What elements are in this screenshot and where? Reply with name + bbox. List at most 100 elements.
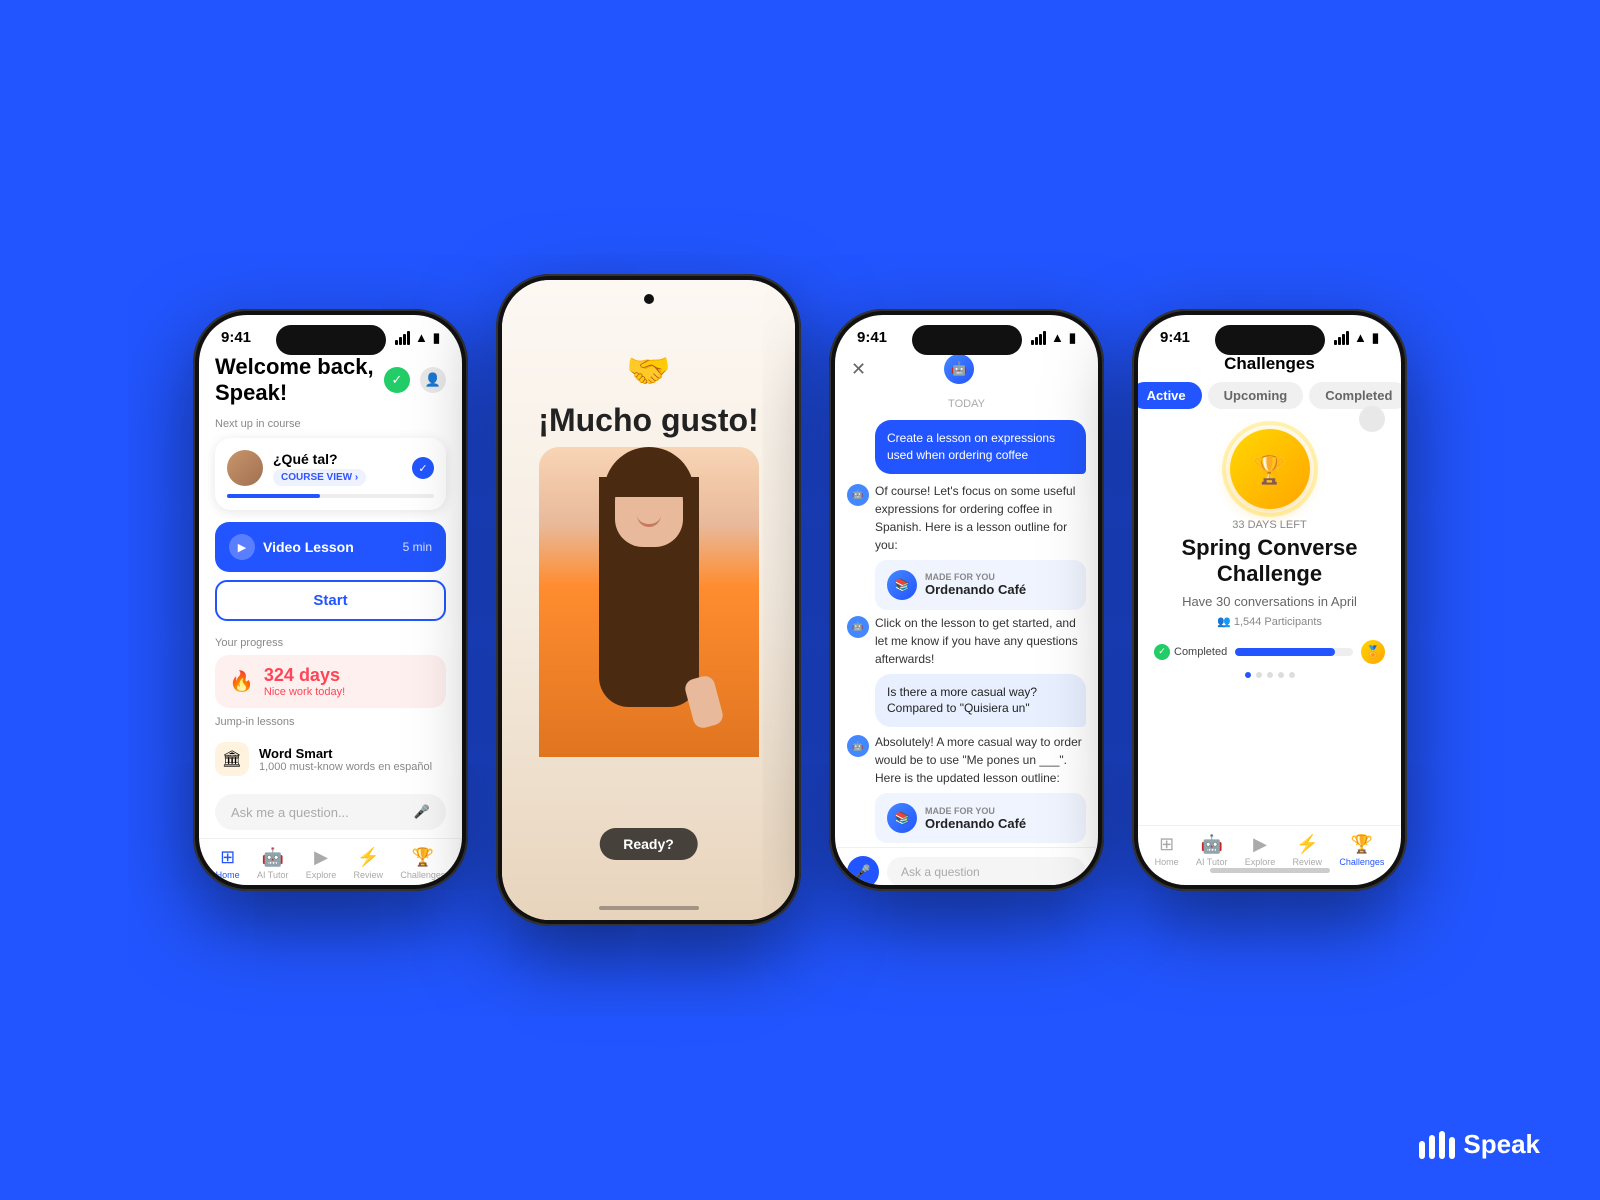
p3-lesson-card-1[interactable]: 📚 MADE FOR YOU Ordenando Café <box>875 560 1086 610</box>
p1-jump-item[interactable]: 🏛 Word Smart 1,000 must-know words en es… <box>215 732 446 786</box>
p1-start-button[interactable]: Start <box>215 580 446 621</box>
p1-ask-bar[interactable]: Ask me a question... 🎤 <box>215 794 446 830</box>
p4-challenge-sub: Have 30 conversations in April <box>1154 594 1385 609</box>
p1-course-name: ¿Qué tal? <box>273 451 402 467</box>
p4-dot-4 <box>1278 672 1284 678</box>
p1-nice-work: Nice work today! <box>264 686 345 698</box>
signal-bars-3 <box>1031 331 1046 345</box>
wifi-icon-3: ▲ <box>1051 330 1064 345</box>
p2-ready-btn[interactable]: Ready? <box>599 828 698 860</box>
p4-tab-active[interactable]: Active <box>1138 382 1202 409</box>
p1-course-card[interactable]: ¿Qué tal? COURSE VIEW › ✓ <box>215 438 446 510</box>
p3-ai-row-1: 🤖 Of course! Let's focus on some useful … <box>847 482 1086 554</box>
p3-ask-input[interactable]: Ask a question <box>887 857 1086 885</box>
p4-dot-1 <box>1245 672 1251 678</box>
p1-progress-bar-bg <box>227 494 434 498</box>
signal-bar-1 <box>395 340 398 345</box>
p1-nav-tutor[interactable]: 🤖 AI Tutor <box>257 847 289 880</box>
p1-days: 324 days <box>264 665 345 686</box>
p3-lesson-info-2: MADE FOR YOU Ordenando Café <box>925 806 1026 831</box>
status-icons-4: ▲ ▮ <box>1334 330 1379 346</box>
p4-nav-review[interactable]: ⚡ Review <box>1293 834 1323 867</box>
p1-header-icons: ✓ 👤 <box>384 367 446 393</box>
p1-avatar-icon[interactable]: 👤 <box>420 367 446 393</box>
p3-close-btn[interactable]: ✕ <box>851 359 866 380</box>
p1-challenges-icon: 🏆 <box>412 847 434 868</box>
p2-hair-top <box>604 447 694 497</box>
signal-bars-1 <box>395 331 410 345</box>
p4-dot-2 <box>1256 672 1262 678</box>
p4-tab-completed[interactable]: Completed <box>1309 382 1401 409</box>
p3-made-for-you-1: MADE FOR YOU <box>925 572 1026 582</box>
speak-logo: Speak <box>1419 1129 1540 1160</box>
p1-course-info: ¿Qué tal? COURSE VIEW › <box>273 451 402 486</box>
p2-person <box>539 447 759 757</box>
p4-dot-5 <box>1289 672 1295 678</box>
p4-dots <box>1154 672 1385 678</box>
signal-bar-3 <box>403 334 406 345</box>
p4-medal: 🏆 <box>1230 429 1310 509</box>
p1-nav-challenges[interactable]: 🏆 Challenges <box>400 847 445 880</box>
p1-lesson-card[interactable]: ▶ Video Lesson 5 min <box>215 522 446 572</box>
p4-explore-icon: ▶ <box>1253 834 1267 855</box>
p3-ai-mini-1: 🤖 <box>847 484 869 506</box>
p4-nav-tutor[interactable]: 🤖 AI Tutor <box>1196 834 1228 867</box>
p4-avatar[interactable] <box>1359 406 1385 432</box>
p1-play-btn[interactable]: ▶ <box>229 534 255 560</box>
signal-bar-2 <box>399 337 402 345</box>
p3-lesson-icon-1: 📚 <box>887 570 917 600</box>
p1-progress-section: Your progress 🔥 324 days Nice work today… <box>199 629 462 708</box>
p1-check-icon[interactable]: ✓ <box>384 367 410 393</box>
p3-lesson-info-1: MADE FOR YOU Ordenando Café <box>925 572 1026 597</box>
p3-lesson-card-2[interactable]: 📚 MADE FOR YOU Ordenando Café <box>875 793 1086 843</box>
p4-nav-explore[interactable]: ▶ Explore <box>1245 834 1276 867</box>
p4-tab-upcoming[interactable]: Upcoming <box>1208 382 1304 409</box>
p4-nav-home[interactable]: ⊞ Home <box>1155 834 1179 867</box>
p4-home-indicator <box>1210 868 1330 873</box>
p1-course-btn[interactable]: COURSE VIEW › <box>273 469 366 486</box>
p4-challenges-icon: 🏆 <box>1351 834 1373 855</box>
p4-title: Challenges <box>1224 354 1315 373</box>
p1-lesson-title: Video Lesson <box>263 539 354 555</box>
p1-jump-icon: 🏛 <box>215 742 249 776</box>
p1-nav-tutor-label: AI Tutor <box>257 870 289 880</box>
p1-lesson-time: 5 min <box>403 540 432 554</box>
p4-nav-challenges-label: Challenges <box>1339 857 1384 867</box>
p3-date-label: TODAY <box>835 398 1098 410</box>
p4-home-icon: ⊞ <box>1159 834 1174 855</box>
p3-ai-row-3: 🤖 Absolutely! A more casual way to order… <box>847 733 1086 787</box>
p4-check-green: ✓ <box>1154 644 1170 660</box>
p1-course-row: ¿Qué tal? COURSE VIEW › ✓ <box>227 450 434 486</box>
p1-progress-bar-fill <box>227 494 320 498</box>
p1-course-check: ✓ <box>412 457 434 479</box>
p1-nav-review[interactable]: ⚡ Review <box>354 847 384 880</box>
p4-completed-label: ✓ Completed <box>1154 644 1227 660</box>
p1-nav-challenges-label: Challenges <box>400 870 445 880</box>
p3-mic-button[interactable]: 🎤 <box>847 856 879 885</box>
wifi-icon-1: ▲ <box>415 330 428 345</box>
p1-course-avatar <box>227 450 263 486</box>
dynamic-island-3 <box>912 325 1022 355</box>
p4-progress-row: ✓ Completed 🏅 <box>1154 640 1385 664</box>
p4-nav-home-label: Home <box>1155 857 1179 867</box>
p1-jump-title: Word Smart <box>259 746 432 761</box>
p1-mic-icon[interactable]: 🎤 <box>414 804 430 820</box>
p2-home-bar <box>599 906 699 910</box>
p1-title: Welcome back, Speak! <box>215 354 384 406</box>
p1-jump-info: Word Smart 1,000 must-know words en espa… <box>259 746 432 773</box>
p4-nav-explore-label: Explore <box>1245 857 1276 867</box>
p4-participants-count: 1,544 Participants <box>1234 616 1322 628</box>
phone-3: 9:41 ▲ ▮ ✕ 🤖 TODAY <box>829 309 1104 891</box>
p1-nav-explore[interactable]: ▶ Explore <box>306 847 337 880</box>
p3-ai-text-1: Of course! Let's focus on some useful ex… <box>875 482 1086 554</box>
p1-nav-home[interactable]: ⊞ Home <box>216 847 240 880</box>
phone-3-screen: 9:41 ▲ ▮ ✕ 🤖 TODAY <box>835 315 1098 885</box>
p4-bottom-nav: ⊞ Home 🤖 AI Tutor ▶ Explore ⚡ Review 🏆 <box>1138 825 1401 869</box>
p3-lesson-icon-2: 📚 <box>887 803 917 833</box>
phone-2: 🤝 ¡Mucho gusto! Ready? <box>496 274 801 926</box>
p1-ask-placeholder: Ask me a question... <box>231 805 349 820</box>
dynamic-island-4 <box>1215 325 1325 355</box>
wifi-icon-4: ▲ <box>1354 330 1367 345</box>
p4-nav-challenges[interactable]: 🏆 Challenges <box>1339 834 1384 867</box>
p1-bottom-nav: ⊞ Home 🤖 AI Tutor ▶ Explore ⚡ Review 🏆 <box>199 838 462 882</box>
